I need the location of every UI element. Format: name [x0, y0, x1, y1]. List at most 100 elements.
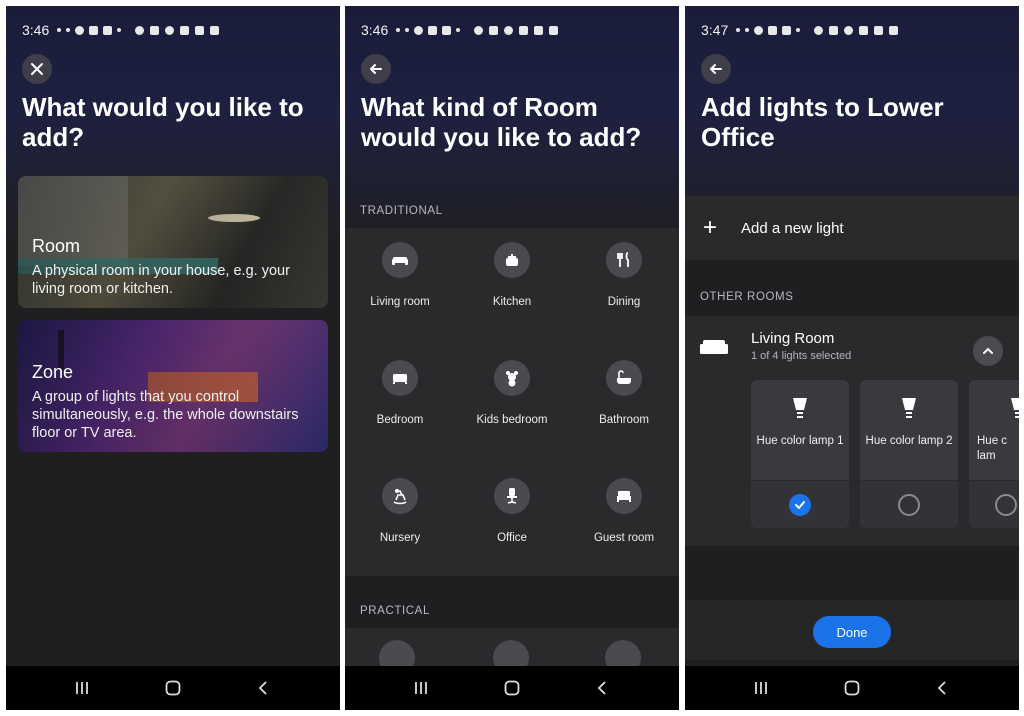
- page-title: What kind of Room would you like to add?: [361, 92, 642, 152]
- room-type-living-room[interactable]: Living room: [345, 228, 455, 328]
- back-button[interactable]: [701, 54, 731, 84]
- done-button[interactable]: Done: [813, 616, 891, 648]
- bulb-icon: [1011, 398, 1019, 418]
- lamp-checkbox[interactable]: [898, 493, 920, 516]
- office-chair-icon: [494, 478, 530, 514]
- lamp-card[interactable]: Hue color lamp 1: [751, 380, 849, 528]
- arrow-left-icon: [370, 64, 382, 74]
- room-type-bathroom[interactable]: Bathroom: [569, 346, 679, 446]
- close-button[interactable]: [22, 54, 52, 84]
- youtube-icon: [414, 25, 424, 35]
- alarm-icon: [135, 25, 145, 35]
- add-new-light-row[interactable]: + Add a new light: [685, 196, 1019, 260]
- instagram-icon: [768, 25, 778, 35]
- room-type-office[interactable]: Office: [457, 464, 567, 564]
- system-icons: [135, 25, 220, 35]
- dot-icon: [117, 28, 122, 32]
- page-title: Add lights to Lower Office: [701, 92, 944, 152]
- notification-icons: [736, 25, 801, 35]
- notif-icon: [405, 28, 410, 32]
- room-type-bedroom[interactable]: Bedroom: [345, 346, 455, 446]
- recents-icon: [754, 682, 767, 694]
- signal-icon: [195, 25, 205, 35]
- status-bar: 3:46: [6, 6, 340, 42]
- location-icon: [844, 25, 854, 35]
- notif-icon: [66, 28, 71, 32]
- room-type-label: Living room: [370, 296, 430, 308]
- lamp-checkbox-checked[interactable]: [789, 493, 811, 516]
- room-type-guest-room[interactable]: Guest room: [569, 464, 679, 564]
- youtube-icon: [75, 25, 85, 35]
- zone-card-title: Zone: [32, 362, 74, 382]
- bed-icon: [382, 360, 418, 396]
- home-icon: [504, 680, 520, 696]
- mute-icon: [489, 25, 499, 35]
- sofa-icon: [382, 242, 418, 278]
- battery-icon: [549, 25, 559, 35]
- recents-button[interactable]: [62, 668, 102, 708]
- recents-icon: [75, 682, 88, 694]
- instagram-icon: [89, 25, 99, 35]
- lamp-select-area: [860, 480, 958, 528]
- lamp-checkbox[interactable]: [995, 493, 1017, 516]
- room-type-grid: Living room Kitchen Dining Bedroom Kids …: [345, 228, 679, 576]
- notification-icons: [57, 25, 122, 35]
- dot-icon: [796, 28, 801, 32]
- page-title: What would you like to add?: [22, 92, 304, 152]
- room-type-label: Kitchen: [492, 296, 532, 308]
- home-button[interactable]: [153, 668, 193, 708]
- home-button[interactable]: [492, 668, 532, 708]
- back-button[interactable]: [923, 668, 963, 708]
- arrow-left-icon: [710, 64, 722, 74]
- youtube-icon: [754, 25, 764, 35]
- mute-icon: [150, 25, 160, 35]
- room-type-label: Kids bedroom: [476, 414, 548, 426]
- room-option-card[interactable]: Room A physical room in your house, e.g.…: [18, 176, 328, 308]
- room-type-nursery[interactable]: Nursery: [345, 464, 455, 564]
- screen-add-lights: 3:47 Add lights to Lower Office + Add a …: [685, 6, 1019, 710]
- room-type-dining[interactable]: Dining: [569, 228, 679, 328]
- notification-icons: [396, 25, 461, 35]
- room-type-label: Bathroom: [599, 414, 649, 426]
- chevron-up-icon: [983, 347, 993, 354]
- status-time: 3:47: [701, 22, 729, 38]
- practical-grid: [345, 628, 679, 676]
- home-button[interactable]: [832, 668, 872, 708]
- room-type-label: Dining: [607, 296, 641, 308]
- pot-icon: [494, 242, 530, 278]
- room-card-description: A physical room in your house, e.g. your…: [32, 263, 290, 297]
- section-traditional: TRADITIONAL: [360, 205, 443, 217]
- back-button[interactable]: [583, 668, 623, 708]
- back-button[interactable]: [361, 54, 391, 84]
- status-time: 3:46: [22, 22, 50, 38]
- wifi-icon: [180, 25, 190, 35]
- system-nav-bar: [6, 666, 340, 710]
- dot-icon: [456, 28, 461, 32]
- back-button[interactable]: [244, 668, 284, 708]
- recents-button[interactable]: [401, 668, 441, 708]
- lamp-select-area: [969, 480, 1019, 528]
- notif-icon: [57, 28, 62, 32]
- instagram-icon: [428, 25, 438, 35]
- lamp-card[interactable]: Hue c lam: [969, 380, 1019, 528]
- home-icon: [165, 680, 181, 696]
- room-type-kids-bedroom[interactable]: Kids bedroom: [457, 346, 567, 446]
- zone-card-description: A group of lights that you control simul…: [32, 389, 299, 441]
- plus-icon: +: [703, 214, 718, 241]
- back-icon: [938, 681, 946, 695]
- notif-icon: [745, 28, 750, 32]
- status-bar: 3:47: [685, 6, 1019, 42]
- screen-room-type: 3:46 What kind of Room would you like to…: [345, 6, 679, 710]
- notif-icon: [736, 28, 741, 32]
- room-group-living-room: Living Room 1 of 4 lights selected Hue c…: [685, 316, 1019, 546]
- status-bar: 3:46: [345, 6, 679, 42]
- room-type-label: Office: [497, 532, 527, 544]
- location-icon: [165, 25, 175, 35]
- recents-button[interactable]: [741, 668, 781, 708]
- lamp-name: Hue color lamp 1: [756, 435, 844, 447]
- room-type-kitchen[interactable]: Kitchen: [457, 228, 567, 328]
- zone-option-card[interactable]: Zone A group of lights that you control …: [18, 320, 328, 452]
- bulb-icon: [793, 398, 807, 418]
- collapse-button[interactable]: [973, 336, 1003, 366]
- lamp-card[interactable]: Hue color lamp 2: [860, 380, 958, 528]
